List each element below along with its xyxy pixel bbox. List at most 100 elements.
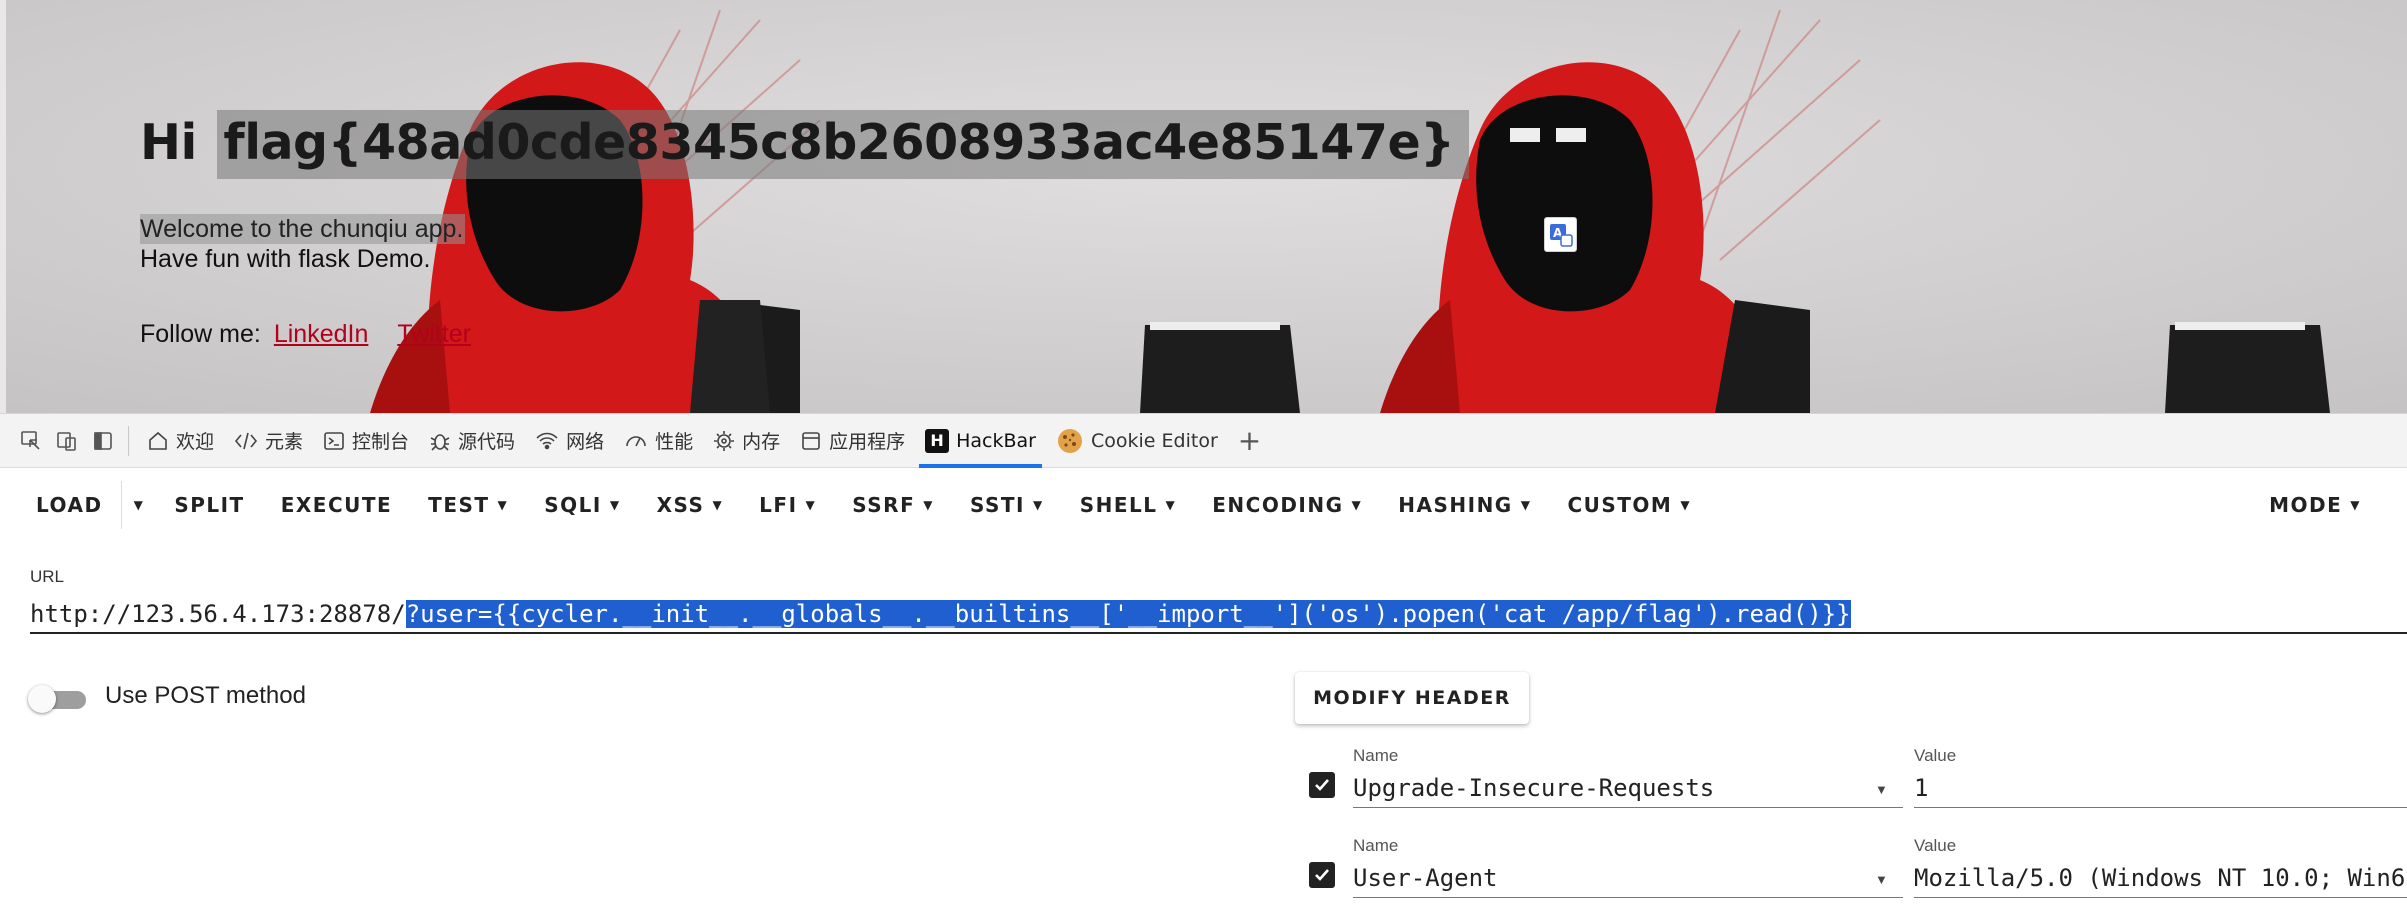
encoding-menu[interactable]: ENCODING ▼	[1194, 481, 1380, 529]
caret-down-icon: ▼	[2350, 498, 2361, 512]
tab-application[interactable]: 应用程序	[790, 413, 915, 468]
header-value-input[interactable]: Mozilla/5.0 (Windows NT 10.0; Win6	[1914, 858, 2407, 898]
caret-down-icon[interactable]: ▼	[1875, 872, 1888, 887]
custom-menu[interactable]: CUSTOM ▼	[1549, 481, 1709, 529]
execute-button[interactable]: EXECUTE	[263, 481, 410, 529]
ssti-menu[interactable]: SSTI ▼	[952, 481, 1062, 529]
test-menu[interactable]: TEST ▼	[410, 481, 526, 529]
inspect-element-icon[interactable]	[14, 424, 48, 458]
code-icon	[234, 430, 258, 452]
greeting-word: Hi	[140, 114, 197, 171]
menu-label: SSTI	[969, 493, 1025, 517]
header-row: Name User-Agent ▼ Value Mozilla/5.0 (Win…	[1305, 836, 2407, 906]
gauge-icon	[624, 430, 648, 452]
home-icon	[147, 430, 169, 452]
caret-down-icon: ▼	[712, 498, 724, 512]
flag-text: flag{48ad0cde8345c8b2608933ac4e85147e}	[217, 110, 1469, 179]
shell-menu[interactable]: SHELL ▼	[1062, 481, 1195, 529]
header-row: Name Upgrade-Insecure-Requests ▼ Value 1	[1305, 746, 2407, 826]
greeting-heading: Hi flag{48ad0cde8345c8b2608933ac4e85147e…	[140, 110, 1469, 179]
ssrf-menu[interactable]: SSRF ▼	[834, 481, 952, 529]
menu-label: LFI	[759, 493, 798, 517]
memory-icon	[713, 430, 735, 452]
mode-menu[interactable]: MODE ▼	[2251, 481, 2379, 529]
tab-console[interactable]: 控制台	[313, 413, 419, 468]
menu-label: MODE	[2269, 493, 2343, 517]
header-name-input[interactable]: User-Agent	[1353, 858, 1903, 898]
menu-label: TEST	[428, 493, 490, 517]
translate-icon[interactable]: A	[1544, 217, 1577, 252]
load-button[interactable]: LOAD	[18, 481, 122, 529]
linkedin-link[interactable]: LinkedIn	[274, 320, 369, 348]
hackbar-toolbar: LOAD ▼ SPLIT EXECUTE TEST ▼ SQLI ▼ XSS ▼ LF…	[0, 468, 2407, 542]
check-icon	[1315, 869, 1329, 881]
welcome-text: Welcome to the chunqiu app.	[140, 214, 466, 244]
fun-text: Have fun with flask Demo.	[140, 245, 431, 273]
menu-label: XSS	[656, 493, 705, 517]
tab-label: 网络	[566, 431, 605, 453]
xss-menu[interactable]: XSS ▼	[639, 481, 742, 529]
plus-icon: +	[1237, 424, 1262, 457]
sqli-menu[interactable]: SQLI ▼	[526, 481, 638, 529]
caret-down-icon: ▼	[923, 498, 934, 512]
header-enabled-checkbox[interactable]	[1309, 772, 1335, 798]
devtools-tab-strip: 欢迎 元素 控制台 源代码 网络 性能 内存 应用程序 H HackBar Co…	[0, 413, 2407, 468]
hackbar-logo-icon: H	[925, 428, 950, 453]
header-value-input[interactable]: 1	[1914, 768, 2407, 808]
tab-elements[interactable]: 元素	[224, 413, 313, 468]
caret-down-icon: ▼	[497, 498, 509, 512]
tab-label: 内存	[742, 431, 781, 453]
wifi-icon	[535, 430, 559, 452]
header-name-label: Name	[1353, 836, 1399, 855]
url-selected-payload: ?user={{cycler.__init__.__globals__.__bu…	[405, 600, 1851, 628]
caret-down-icon: ▼	[609, 498, 621, 512]
modify-header-button[interactable]: MODIFY HEADER	[1295, 672, 1529, 724]
tab-cookie-editor[interactable]: Cookie Editor	[1046, 413, 1228, 468]
check-icon	[1315, 779, 1329, 791]
header-enabled-checkbox[interactable]	[1309, 862, 1335, 888]
tab-separator	[128, 425, 129, 456]
lfi-menu[interactable]: LFI ▼	[741, 481, 834, 529]
caret-down-icon: ▼	[1520, 498, 1532, 512]
toggle-thumb	[28, 685, 56, 713]
menu-label: ENCODING	[1212, 493, 1344, 517]
menu-label: SQLI	[544, 493, 602, 517]
split-button[interactable]: SPLIT	[156, 481, 262, 529]
sidebar-toggle-icon[interactable]	[86, 424, 120, 458]
bug-icon	[429, 430, 451, 452]
follow-line: Follow me: LinkedIn Twitter	[140, 320, 471, 349]
caret-down-icon: ▼	[1680, 498, 1692, 512]
header-name-input[interactable]: Upgrade-Insecure-Requests	[1353, 768, 1903, 808]
hashing-menu[interactable]: HASHING ▼	[1380, 481, 1549, 529]
load-dropdown-icon[interactable]: ▼	[122, 481, 157, 529]
tab-label: HackBar	[956, 429, 1036, 452]
add-tab-button[interactable]: +	[1228, 413, 1271, 468]
post-method-label: Use POST method	[105, 682, 306, 709]
console-icon	[323, 430, 345, 452]
url-label: URL	[30, 567, 65, 586]
device-emulation-icon[interactable]	[50, 424, 84, 458]
tab-performance[interactable]: 性能	[614, 413, 703, 468]
tab-network[interactable]: 网络	[525, 413, 614, 468]
twitter-link[interactable]: Twitter	[397, 320, 471, 348]
tab-hackbar[interactable]: H HackBar	[915, 413, 1046, 468]
tab-welcome[interactable]: 欢迎	[137, 413, 224, 468]
post-method-toggle[interactable]	[28, 683, 90, 713]
page-edge	[0, 0, 6, 413]
menu-label: SSRF	[852, 493, 916, 517]
url-input[interactable]: http://123.56.4.173:28878/?user={{cycler…	[30, 594, 2407, 634]
tab-label: 性能	[655, 431, 694, 453]
caret-down-icon: ▼	[805, 498, 817, 512]
tab-label: 欢迎	[176, 431, 215, 453]
tab-sources[interactable]: 源代码	[419, 413, 525, 468]
tab-label: 控制台	[352, 431, 410, 453]
tab-memory[interactable]: 内存	[703, 413, 790, 468]
header-name-label: Name	[1353, 746, 1399, 765]
follow-prefix: Follow me:	[140, 320, 261, 348]
tab-label: 元素	[265, 431, 304, 453]
caret-down-icon[interactable]: ▼	[1875, 782, 1888, 797]
tab-label: 源代码	[458, 431, 516, 453]
tab-label: 应用程序	[829, 431, 906, 453]
app-icon	[800, 430, 822, 452]
header-value-label: Value	[1914, 746, 1957, 765]
